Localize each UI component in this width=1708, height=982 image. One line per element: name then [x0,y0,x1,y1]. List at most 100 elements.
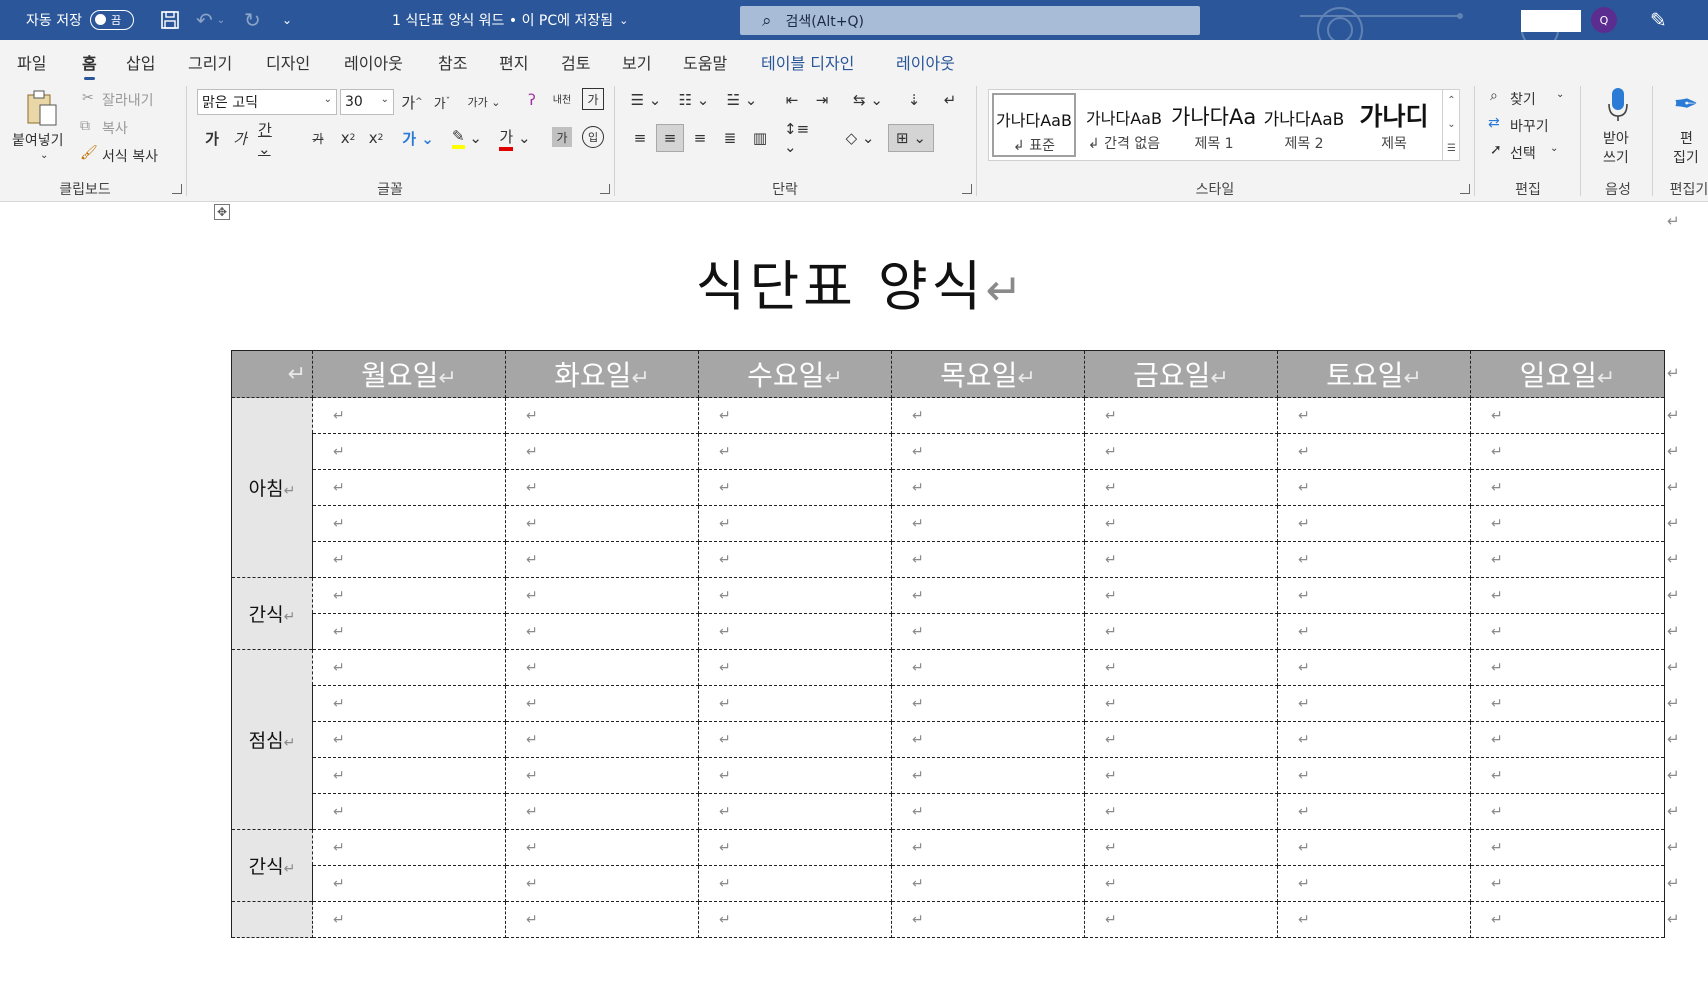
table-cell[interactable]: ↵ [698,397,892,434]
table-cell[interactable]: ↵ [505,505,699,542]
page-title[interactable]: 식단표 양식↵ [0,242,1708,321]
table-cell[interactable]: ↵ [1470,613,1665,650]
table-cell[interactable]: ↵ [1277,397,1471,434]
table-cell[interactable]: ↵ [312,613,506,650]
align-left-icon[interactable]: ≡ [628,126,652,150]
cut-button[interactable]: 잘라내기 [102,90,154,110]
italic-icon[interactable]: 가 [230,126,250,150]
editor-icon[interactable]: ✒ [1666,84,1706,124]
table-cell[interactable]: ↵ [891,505,1085,542]
table-cell[interactable]: ↵ [1277,469,1471,506]
style-heading-1[interactable]: 가나다AaB 제목 1 [1171,93,1257,157]
table-cell[interactable]: ↵ [505,793,699,830]
chevron-down-icon[interactable]: ⌄ [1550,143,1558,154]
table-cell[interactable]: ↵ [1084,541,1278,578]
table-cell[interactable]: ↵ [1470,829,1665,866]
sort-icon[interactable]: ⇣ [902,88,926,112]
table-cell[interactable]: ↵ [698,901,892,938]
avatar[interactable]: Q [1591,7,1617,33]
customize-qat-icon[interactable]: ⌄ [282,0,292,40]
table-cell[interactable]: ↵ [1084,685,1278,722]
chevron-up-icon[interactable]: ⌃ [1443,89,1460,113]
header-cell-wednesday[interactable]: 수요일↵ [698,350,892,398]
chevron-down-icon[interactable]: ⌄ [1443,113,1460,137]
tab-layout[interactable]: 레이아웃 [344,50,403,74]
table-cell[interactable]: ↵ [1084,397,1278,434]
autosave-toggle[interactable]: 끔 [89,10,134,30]
header-cell-monday[interactable]: 월요일↵ [312,350,506,398]
table-cell[interactable]: ↵ [698,685,892,722]
table-cell[interactable]: ↵ [312,757,506,794]
document-page[interactable]: ✥ ↵ 식단표 양식↵ ↵ 월요일↵ 화요일↵ 수요일↵ 목요일↵ 금요일↵ 토… [0,202,1708,982]
table-cell[interactable]: ↵ [312,901,506,938]
table-cell[interactable]: ↵ [312,469,506,506]
multilevel-list-icon[interactable]: ☱ ⌄ [724,88,760,112]
shrink-font-icon[interactable]: 가ˇ [430,90,454,114]
clear-formatting-icon[interactable]: ʔ [520,88,544,112]
change-case-icon[interactable]: 가가 ⌄ [466,90,502,114]
table-cell[interactable]: ↵ [891,397,1085,434]
table-cell[interactable]: ↵ [505,397,699,434]
meal-label-cell[interactable] [231,901,313,938]
table-cell[interactable]: ↵ [505,721,699,758]
justify-icon[interactable]: ≣ [718,126,742,150]
table-cell[interactable]: ↵ [1084,865,1278,902]
table-cell[interactable]: ↵ [1277,577,1471,614]
find-icon[interactable]: ⌕ [1490,88,1498,104]
table-cell[interactable]: ↵ [505,865,699,902]
text-direction-icon[interactable]: ⇆ ⌄ [848,88,888,112]
style-no-spacing[interactable]: 가나다AaB ↲ 간격 없음 [1081,93,1167,157]
tab-view[interactable]: 보기 [622,50,651,74]
table-cell[interactable]: ↵ [698,433,892,470]
table-cell[interactable]: ↵ [1084,649,1278,686]
table-cell[interactable]: ↵ [698,649,892,686]
table-cell[interactable]: ↵ [698,505,892,542]
table-cell[interactable]: ↵ [312,793,506,830]
table-cell[interactable]: ↵ [891,865,1085,902]
account-name[interactable] [1521,10,1581,32]
character-shading-icon[interactable]: 가 [552,127,572,147]
tab-home[interactable]: 홈 [82,50,97,80]
find-button[interactable]: 찾기 [1510,89,1536,109]
chevron-down-icon[interactable]: ⌄ [1556,89,1564,100]
table-cell[interactable]: ↵ [1470,397,1665,434]
replace-icon[interactable]: ⇄ [1488,115,1500,131]
editor-label-1[interactable]: 편 [1680,128,1693,148]
table-cell[interactable]: ↵ [1470,577,1665,614]
table-cell[interactable]: ↵ [1470,469,1665,506]
table-cell[interactable]: ↵ [698,757,892,794]
table-cell[interactable]: ↵ [1277,649,1471,686]
table-cell[interactable]: ↵ [891,577,1085,614]
table-cell[interactable]: ↵ [891,433,1085,470]
table-cell[interactable]: ↵ [505,613,699,650]
style-heading-2[interactable]: 가나다AaB 제목 2 [1261,93,1347,157]
table-cell[interactable]: ↵ [505,577,699,614]
underline-icon[interactable]: 간 ⌄ [258,121,288,158]
header-cell-friday[interactable]: 금요일↵ [1084,350,1278,398]
line-spacing-icon[interactable]: ↕≡ ⌄ [784,120,824,156]
copy-button[interactable]: 복사 [102,118,128,138]
table-cell[interactable]: ↵ [891,793,1085,830]
table-cell[interactable]: ↵ [1277,793,1471,830]
table-cell[interactable]: ↵ [891,541,1085,578]
character-border-icon[interactable]: 가 [582,88,604,110]
table-cell[interactable]: ↵ [1084,901,1278,938]
paste-icon[interactable] [22,88,62,130]
microphone-icon[interactable] [1600,84,1636,124]
table-cell[interactable]: ↵ [1277,433,1471,470]
table-cell[interactable]: ↵ [1470,649,1665,686]
meal-label-cell[interactable]: 아침↵ [231,397,313,578]
table-cell[interactable]: ↵ [1277,541,1471,578]
tab-table-layout[interactable]: 레이아웃 [896,50,955,74]
table-cell[interactable]: ↵ [312,433,506,470]
table-cell[interactable]: ↵ [1277,757,1471,794]
clipboard-launcher-icon[interactable] [172,184,182,194]
table-cell[interactable]: ↵ [1084,793,1278,830]
header-cell-tuesday[interactable]: 화요일↵ [505,350,699,398]
table-cell[interactable]: ↵ [1277,721,1471,758]
font-size-select[interactable]: 30 ⌄ [340,89,394,115]
table-cell[interactable]: ↵ [1277,901,1471,938]
paste-dropdown-icon[interactable]: ⌄ [40,150,48,161]
more-styles-icon[interactable]: ☰ [1443,137,1460,161]
table-cell[interactable]: ↵ [312,865,506,902]
